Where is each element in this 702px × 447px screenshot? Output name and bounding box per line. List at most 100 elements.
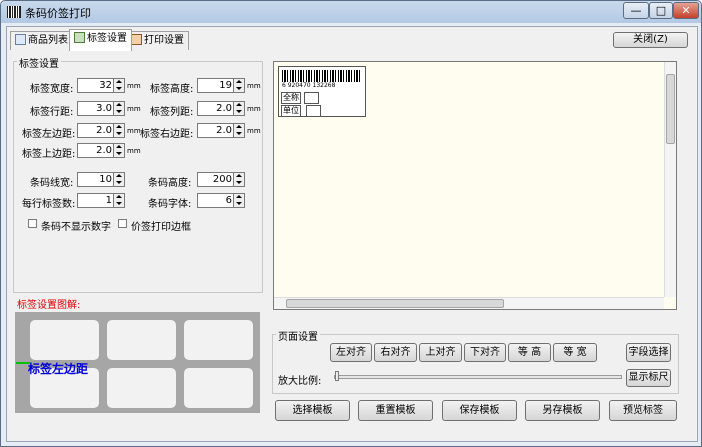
spin-arrows-icon[interactable] <box>113 102 124 115</box>
save-as-template-button[interactable]: 另存模板 <box>525 400 600 421</box>
labels-per-row-spinner[interactable]: 1 <box>77 193 125 208</box>
reset-template-button[interactable]: 重置模板 <box>358 400 433 421</box>
spin-arrows-icon[interactable] <box>113 194 124 207</box>
spin-arrows-icon[interactable] <box>233 173 244 186</box>
label-preview-canvas[interactable]: 6 920470 132268 全称 单位 <box>273 61 677 310</box>
tab-product-list[interactable]: 商品列表 <box>10 31 73 50</box>
value: 200 <box>212 174 232 185</box>
maximize-button[interactable]: □ <box>649 2 673 19</box>
scroll-thumb[interactable] <box>286 299 504 308</box>
left-margin-spinner[interactable]: 2.0 <box>77 123 125 138</box>
minimize-button[interactable]: — <box>623 2 649 19</box>
field-unit[interactable]: 单位 <box>281 105 301 117</box>
diagram-label-card <box>30 320 99 360</box>
diagram-label-card <box>107 320 176 360</box>
tab-label: 商品列表 <box>28 35 68 46</box>
close-window-button[interactable]: ✕ <box>673 2 699 19</box>
diagram-label: 标签左边距 <box>28 362 89 376</box>
unit: mm <box>127 82 141 90</box>
zoom-slider-thumb[interactable] <box>335 371 339 381</box>
value: 6 <box>225 195 232 206</box>
page-settings-title: 页面设置 <box>276 328 320 343</box>
spin-arrows-icon[interactable] <box>233 194 244 207</box>
align-bottom-button[interactable]: 下对齐 <box>464 343 506 362</box>
left-margin-label: 标签左边距: <box>22 129 76 140</box>
unit: mm <box>247 127 261 135</box>
print-border-label: 价签打印边框 <box>131 222 191 233</box>
right-margin-spinner[interactable]: 2.0 <box>197 123 245 138</box>
field-fullname[interactable]: 全称 <box>281 92 301 104</box>
barcode-font-label: 条码字体: <box>148 199 192 210</box>
value: 2.0 <box>216 125 232 136</box>
vertical-scrollbar[interactable] <box>664 62 676 297</box>
field-select-button[interactable]: 字段选择 <box>626 343 671 362</box>
spin-arrows-icon[interactable] <box>113 173 124 186</box>
hide-digits-checkbox[interactable] <box>28 219 37 228</box>
label-width-spinner[interactable]: 32 <box>77 78 125 93</box>
print-border-checkbox[interactable] <box>118 219 127 228</box>
align-right-button[interactable]: 右对齐 <box>374 343 417 362</box>
field-fullname-value[interactable] <box>304 92 319 104</box>
diagram-title: 标签设置图解: <box>17 300 81 311</box>
top-margin-label: 标签上边距: <box>22 149 76 160</box>
preview-label-button[interactable]: 预览标签 <box>609 400 677 421</box>
align-left-button[interactable]: 左对齐 <box>330 343 372 362</box>
title-bar[interactable]: 条码价签打印 — □ ✕ <box>1 1 701 23</box>
printer-icon <box>131 34 142 45</box>
barcode-height-spinner[interactable]: 200 <box>197 172 245 187</box>
label-settings-title: 标签设置 <box>17 55 61 70</box>
equal-width-button[interactable]: 等 宽 <box>553 343 597 362</box>
show-ruler-button[interactable]: 显示标尺 <box>626 369 671 387</box>
select-template-button[interactable]: 选择模板 <box>275 400 350 421</box>
unit: mm <box>247 82 261 90</box>
tab-label-settings[interactable]: 标签设置 <box>69 29 132 51</box>
barcode-line-width-spinner[interactable]: 10 <box>77 172 125 187</box>
unit: mm <box>127 127 141 135</box>
close-button[interactable]: 关闭(Z) <box>613 32 688 48</box>
tab-print-settings[interactable]: 打印设置 <box>126 31 189 50</box>
barcode-preview[interactable] <box>282 70 362 82</box>
spin-arrows-icon[interactable] <box>233 102 244 115</box>
value: 3.0 <box>96 103 112 114</box>
save-template-button[interactable]: 保存模板 <box>442 400 517 421</box>
unit: mm <box>247 105 261 113</box>
value: 10 <box>99 174 112 185</box>
value: 19 <box>219 80 232 91</box>
field-unit-value[interactable] <box>306 105 321 117</box>
spin-arrows-icon[interactable] <box>113 144 124 157</box>
labels-per-row-label: 每行标签数: <box>22 199 76 210</box>
value: 2.0 <box>216 103 232 114</box>
label-width-label: 标签宽度: <box>30 84 74 95</box>
row-spacing-spinner[interactable]: 3.0 <box>77 101 125 116</box>
right-margin-label: 标签右边距: <box>140 129 194 140</box>
equal-height-button[interactable]: 等 高 <box>508 343 551 362</box>
align-top-button[interactable]: 上对齐 <box>419 343 462 362</box>
window-title: 条码价签打印 <box>25 7 91 20</box>
value: 32 <box>99 80 112 91</box>
top-margin-spinner[interactable]: 2.0 <box>77 143 125 158</box>
barcode-height-label: 条码高度: <box>148 178 192 189</box>
tab-label: 打印设置 <box>144 35 184 46</box>
unit: mm <box>127 147 141 155</box>
spin-arrows-icon[interactable] <box>113 124 124 137</box>
margin-diagram: 标签左边距 <box>15 312 260 413</box>
scroll-thumb[interactable] <box>666 74 675 144</box>
zoom-slider[interactable] <box>334 375 622 379</box>
tab-label: 标签设置 <box>87 33 127 44</box>
spin-arrows-icon[interactable] <box>233 124 244 137</box>
label-height-label: 标签高度: <box>150 84 194 95</box>
label-icon <box>74 32 85 43</box>
main-window: 条码价签打印 — □ ✕ 商品列表 标签设置 打印设置 关闭(Z) 标签设置 标… <box>0 0 702 447</box>
label-height-spinner[interactable]: 19 <box>197 78 245 93</box>
barcode-font-spinner[interactable]: 6 <box>197 193 245 208</box>
diagram-label-card <box>184 368 253 408</box>
spin-arrows-icon[interactable] <box>113 79 124 92</box>
list-icon <box>15 34 26 45</box>
col-spacing-spinner[interactable]: 2.0 <box>197 101 245 116</box>
horizontal-scrollbar[interactable] <box>274 297 664 309</box>
spin-arrows-icon[interactable] <box>233 79 244 92</box>
label-preview[interactable]: 6 920470 132268 全称 单位 <box>278 66 366 117</box>
unit: mm <box>127 105 141 113</box>
row-spacing-label: 标签行距: <box>30 107 74 118</box>
diagram-label-card <box>184 320 253 360</box>
